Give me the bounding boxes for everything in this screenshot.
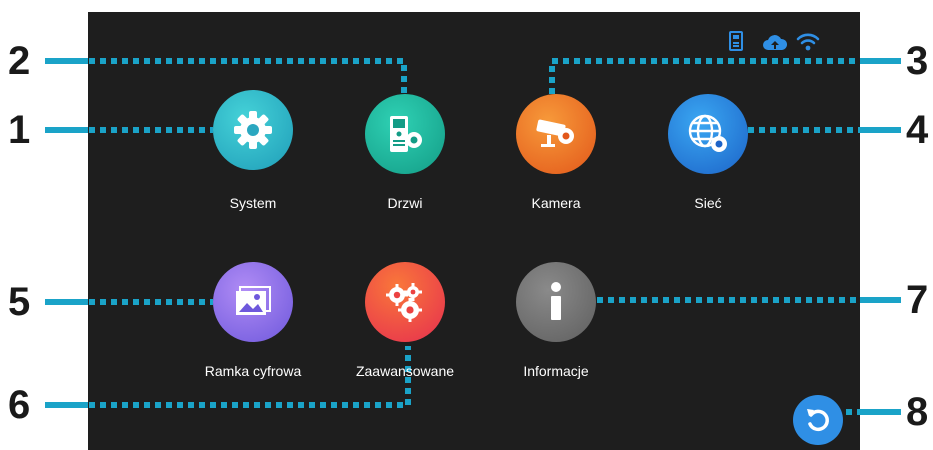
door-app-label: Drzwi — [387, 195, 423, 211]
door-station-icon — [390, 116, 422, 152]
system-app-button[interactable] — [213, 90, 293, 170]
callout-number-3: 3 — [906, 39, 929, 83]
information-app-button[interactable] — [516, 262, 596, 342]
camera-app-button[interactable] — [516, 94, 596, 174]
cctv-camera-icon — [536, 119, 574, 147]
gear-icon — [234, 111, 272, 149]
wifi-icon — [796, 32, 820, 57]
callout-number-5: 5 — [8, 280, 31, 324]
information-app-label: Informacje — [523, 363, 589, 379]
network-app-label: Sieć — [694, 195, 722, 211]
advanced-app-label: Zaawansowane — [355, 363, 455, 379]
system-app-label: System — [229, 195, 277, 211]
camera-app-label: Kamera — [531, 195, 581, 211]
advanced-app-button[interactable] — [365, 262, 445, 342]
network-app-button[interactable] — [668, 94, 748, 174]
back-button[interactable] — [793, 395, 843, 445]
callout-number-7: 7 — [906, 278, 929, 322]
callout-number-6: 6 — [8, 383, 31, 427]
gears-icon — [386, 283, 422, 322]
callout-dots-overlay — [45, 58, 901, 415]
outdoor-station-icon — [729, 31, 743, 56]
door-app-button[interactable] — [365, 94, 445, 174]
callout-number-4: 4 — [906, 108, 929, 152]
callout-number-2: 2 — [8, 39, 31, 83]
callout-number-8: 8 — [906, 390, 929, 434]
cloud-upload-icon — [763, 35, 788, 56]
digital-frame-app-label: Ramka cyfrowa — [204, 363, 302, 379]
photo-frame-icon — [236, 286, 271, 315]
digital-frame-app-button[interactable] — [213, 262, 293, 342]
refresh-icon — [807, 409, 829, 432]
info-icon — [551, 282, 561, 320]
callout-number-1: 1 — [8, 108, 31, 152]
globe-settings-icon — [688, 114, 727, 152]
